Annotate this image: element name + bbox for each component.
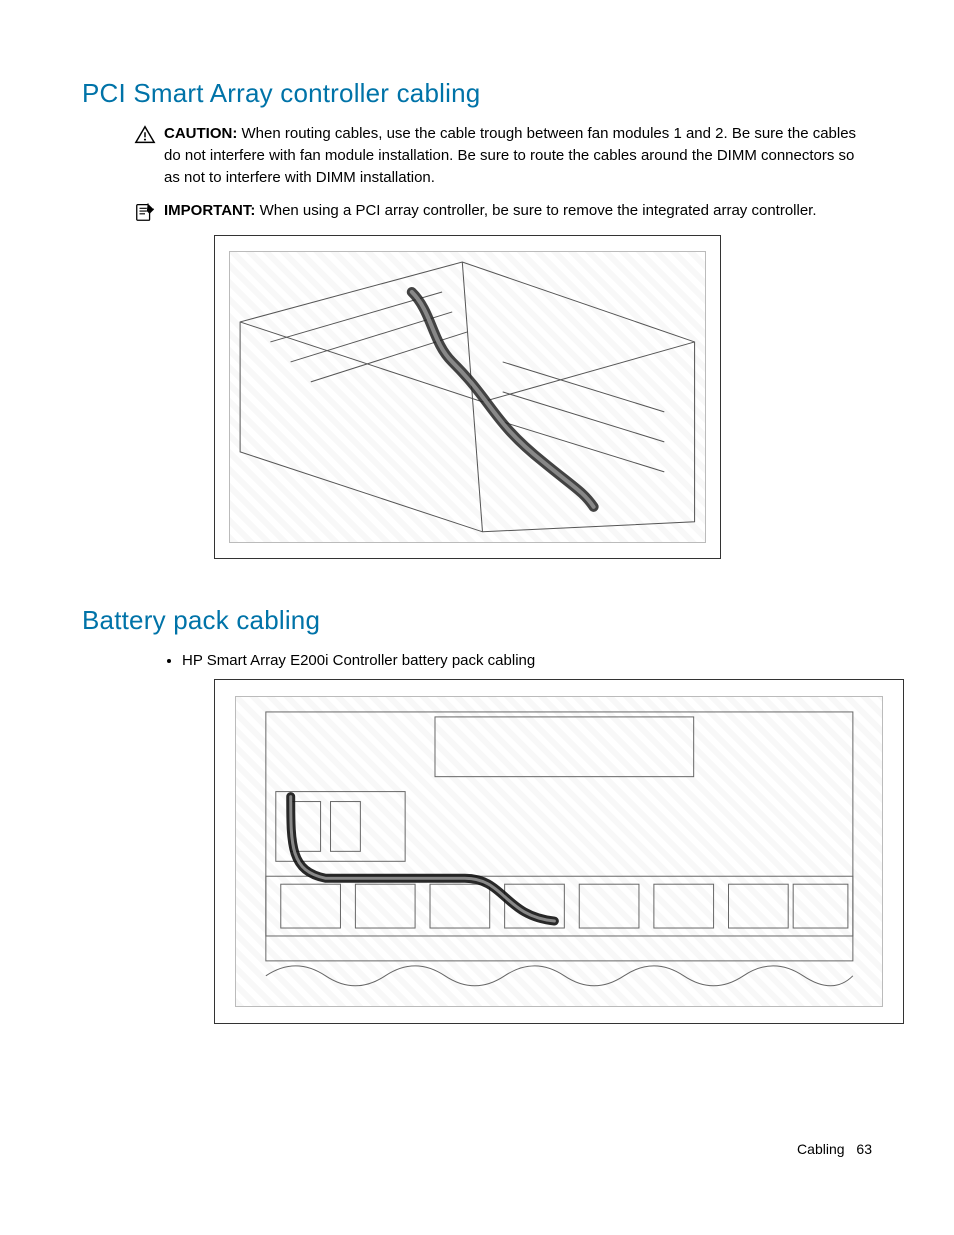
- important-text: When using a PCI array controller, be su…: [260, 202, 817, 219]
- footer-page-number: 63: [856, 1141, 872, 1157]
- important-label: IMPORTANT:: [164, 202, 255, 219]
- page-footer: Cabling 63: [797, 1141, 872, 1157]
- list-item: HP Smart Array E200i Controller battery …: [182, 650, 874, 671]
- figure-battery-cabling: [214, 679, 904, 1024]
- caution-callout: CAUTION: When routing cables, use the ca…: [134, 123, 874, 188]
- caution-label: CAUTION:: [164, 125, 237, 142]
- caution-text: When routing cables, use the cable troug…: [164, 125, 856, 186]
- caution-triangle-icon: [134, 124, 156, 146]
- important-text-block: IMPORTANT: When using a PCI array contro…: [164, 200, 817, 222]
- note-pencil-icon: [134, 201, 156, 223]
- section-heading-battery: Battery pack cabling: [82, 605, 874, 636]
- figure-pci-cabling: [214, 235, 721, 559]
- section-heading-pci: PCI Smart Array controller cabling: [82, 78, 874, 109]
- battery-bullet-list: HP Smart Array E200i Controller battery …: [182, 650, 874, 671]
- footer-section: Cabling: [797, 1141, 844, 1157]
- important-callout: IMPORTANT: When using a PCI array contro…: [134, 200, 874, 223]
- caution-text-block: CAUTION: When routing cables, use the ca…: [164, 123, 874, 188]
